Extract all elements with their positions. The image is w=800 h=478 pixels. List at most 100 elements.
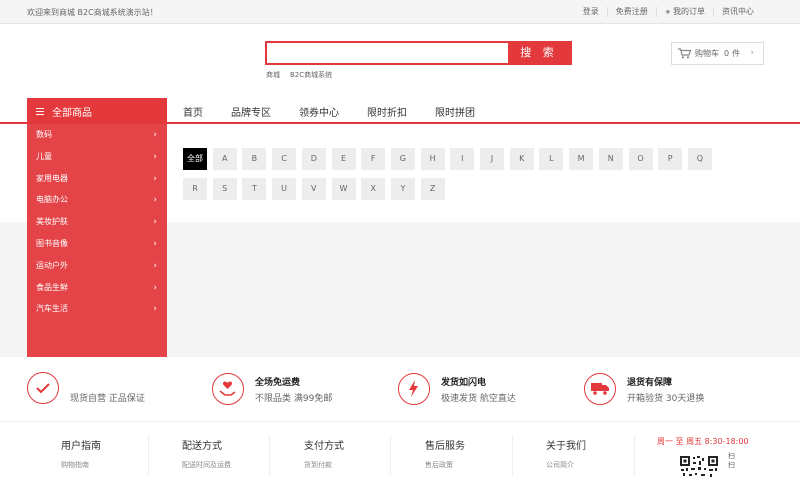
chevron-right-icon: › bbox=[153, 282, 157, 293]
category-sidebar: 数码 › 儿童 › 家用电器 › 电脑办公 › 美妆护肤 › 图书音像 › 运动户外 › 食品生鲜 › 汽车生活… bbox=[27, 124, 167, 386]
brand-letter[interactable]: A bbox=[212, 148, 237, 170]
nav-brands[interactable]: 品牌专区 bbox=[231, 104, 271, 119]
truck-icon bbox=[584, 373, 616, 405]
brand-letter[interactable]: I bbox=[450, 148, 475, 170]
brand-letter[interactable]: G bbox=[390, 148, 415, 170]
brand-letter[interactable]: O bbox=[628, 148, 653, 170]
brand-letter-all[interactable]: 全部 bbox=[183, 148, 207, 170]
service-item: 退货有保障 开箱验货 30天退换 bbox=[584, 371, 744, 407]
sidebar-category[interactable]: 食品生鲜 › bbox=[27, 278, 167, 298]
footer-heading: 配送方式 bbox=[182, 441, 222, 452]
nav-group-buy[interactable]: 限时拼团 bbox=[435, 104, 475, 119]
sidebar-category-label: 儿童 bbox=[36, 151, 52, 161]
service-desc: 现货自营 正品保证 bbox=[70, 394, 145, 404]
sidebar-category-label: 汽车生活 bbox=[36, 304, 68, 314]
search-button[interactable]: 搜 索 bbox=[508, 43, 570, 63]
sidebar-category[interactable]: 电脑办公 › bbox=[27, 190, 167, 210]
brand-letter[interactable]: V bbox=[301, 178, 326, 200]
brand-letter-panel bbox=[167, 124, 800, 222]
service-item: 现货自营 正品保证 bbox=[27, 371, 187, 407]
footer-column: 支付方式 货到付款 bbox=[304, 437, 424, 477]
brand-letter[interactable]: H bbox=[420, 148, 445, 170]
brand-letter[interactable]: N bbox=[598, 148, 623, 170]
chevron-right-icon: › bbox=[153, 304, 157, 315]
search-box: 搜 索 bbox=[265, 41, 572, 65]
sidebar-category[interactable]: 图书音像 › bbox=[27, 234, 167, 254]
star-icon: ★ bbox=[664, 8, 671, 16]
brand-letter[interactable]: C bbox=[272, 148, 297, 170]
brand-letter[interactable]: D bbox=[301, 148, 326, 170]
register-link[interactable]: 免费注册 bbox=[606, 7, 656, 17]
news-center-link[interactable]: 资讯中心 bbox=[713, 7, 762, 17]
sidebar-category[interactable]: 儿童 › bbox=[27, 147, 167, 167]
brand-letter[interactable]: R bbox=[183, 178, 207, 200]
nav-discounts[interactable]: 限时折扣 bbox=[367, 104, 407, 119]
brand-letter[interactable]: L bbox=[539, 148, 564, 170]
main-nav: 首页 品牌专区 领券中心 限时折扣 限时拼团 bbox=[183, 104, 503, 119]
brand-letter[interactable]: F bbox=[361, 148, 386, 170]
footer-divider bbox=[148, 435, 149, 475]
service-desc: 开箱验货 30天退换 bbox=[627, 394, 705, 404]
brand-letter[interactable]: Q bbox=[687, 148, 712, 170]
search-input[interactable] bbox=[267, 43, 508, 63]
brand-letter[interactable]: E bbox=[331, 148, 356, 170]
footer-link[interactable]: 公司简介 bbox=[546, 460, 666, 470]
sidebar-category-label: 图书音像 bbox=[36, 239, 68, 248]
top-links: 登录 免费注册 ★ 我的订单 资讯中心 bbox=[575, 7, 762, 17]
sidebar-category[interactable]: 运动户外 › bbox=[27, 256, 167, 276]
footer-link[interactable]: 配送时间及运费 bbox=[182, 460, 302, 470]
footer-column: 用户指南 购物指南 bbox=[61, 437, 181, 477]
cart-icon bbox=[678, 48, 691, 59]
sidebar-category[interactable]: 家用电器 › bbox=[27, 169, 167, 189]
cart-count: 0 bbox=[724, 49, 730, 58]
footer-divider bbox=[512, 435, 513, 475]
nav-coupons[interactable]: 领券中心 bbox=[299, 104, 339, 119]
all-categories-button[interactable]: 全部商品 bbox=[27, 98, 167, 124]
chevron-right-icon: › bbox=[750, 48, 754, 58]
brand-letter[interactable]: Z bbox=[420, 178, 445, 200]
footer-link[interactable]: 售后政策 bbox=[425, 460, 545, 470]
sidebar-category[interactable]: 汽车生活 › bbox=[27, 299, 167, 319]
gift-hand-icon bbox=[212, 373, 244, 405]
login-link[interactable]: 登录 bbox=[575, 7, 607, 17]
footer-link[interactable]: 货到付款 bbox=[304, 460, 424, 470]
all-categories-label: 全部商品 bbox=[52, 107, 92, 119]
hot-keywords: 商城 B2C商城系统 bbox=[266, 70, 332, 80]
my-orders-link[interactable]: ★ 我的订单 bbox=[655, 7, 713, 17]
service-title: 全场免运费 bbox=[255, 378, 301, 388]
chevron-right-icon: › bbox=[153, 239, 157, 249]
brand-letter[interactable]: P bbox=[658, 148, 683, 170]
hot-keyword[interactable]: B2C商城系统 bbox=[290, 70, 332, 80]
footer-divider bbox=[390, 435, 391, 475]
cart-unit: 件 bbox=[732, 49, 741, 58]
brand-letter[interactable]: X bbox=[361, 178, 386, 200]
sidebar-category[interactable]: 美妆护肤 › bbox=[27, 212, 167, 232]
brand-letter[interactable]: Y bbox=[390, 178, 415, 200]
hot-keyword[interactable]: 商城 bbox=[266, 70, 280, 80]
service-title: 退货有保障 bbox=[627, 378, 673, 388]
footer-column: 售后服务 售后政策 bbox=[425, 437, 545, 477]
chevron-right-icon: › bbox=[153, 260, 157, 271]
brand-letter[interactable]: K bbox=[509, 148, 534, 170]
sidebar-category-label: 美妆护肤 bbox=[36, 217, 68, 227]
cart-button[interactable]: 购物车 0 件 › bbox=[671, 42, 764, 65]
sidebar-category[interactable]: 数码 › bbox=[27, 125, 167, 145]
footer-heading: 售后服务 bbox=[425, 441, 465, 452]
chevron-right-icon: › bbox=[153, 173, 157, 184]
brand-letter[interactable]: B bbox=[242, 148, 267, 170]
service-desc: 不限品类 满99免邮 bbox=[255, 394, 333, 404]
service-item: 全场免运费 不限品类 满99免邮 bbox=[212, 371, 372, 407]
cart-label: 购物车 bbox=[695, 49, 719, 58]
footer-link[interactable]: 购物指南 bbox=[61, 460, 181, 470]
brand-letter[interactable]: J bbox=[480, 148, 504, 170]
brand-letter[interactable]: M bbox=[569, 148, 594, 170]
brand-letter[interactable]: U bbox=[272, 178, 297, 200]
chevron-right-icon: › bbox=[153, 217, 157, 228]
brand-letter[interactable]: T bbox=[242, 178, 267, 200]
lightning-icon bbox=[398, 373, 430, 405]
brand-letter[interactable]: S bbox=[212, 178, 237, 200]
nav-home[interactable]: 首页 bbox=[183, 104, 203, 119]
brand-letter[interactable]: W bbox=[331, 178, 356, 200]
sidebar-category-label: 家用电器 bbox=[36, 173, 68, 183]
qr-code bbox=[679, 455, 719, 478]
